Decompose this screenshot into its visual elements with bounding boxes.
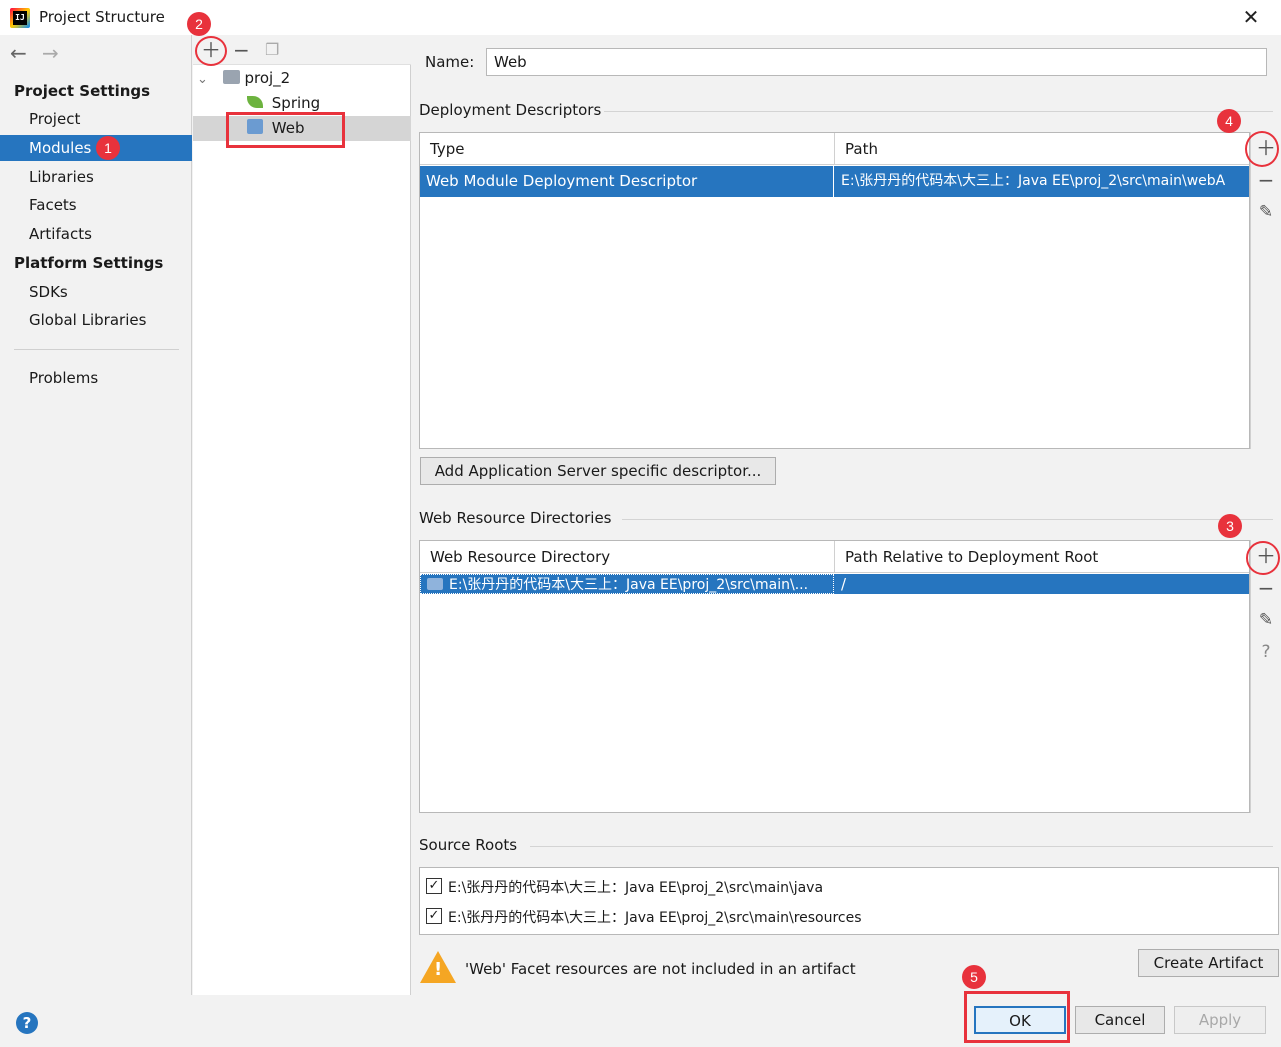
annotation-badge-5: 5 — [962, 965, 986, 989]
sidebar-item-artifacts[interactable]: Artifacts — [0, 221, 192, 247]
remove-descriptor-icon[interactable]: − — [1251, 168, 1281, 192]
table-row[interactable]: Web Module Deployment Descriptor E:\张丹丹的… — [420, 166, 1249, 197]
help-icon[interactable]: ? — [16, 1012, 38, 1034]
platform-settings-heading: Platform Settings — [14, 254, 164, 272]
annotation-circle — [1245, 131, 1279, 167]
module-folder-icon — [222, 69, 240, 84]
source-root-item[interactable]: ✓ E:\张丹丹的代码本\大三上：Java EE\proj_2\src\main\… — [426, 874, 823, 900]
sidebar-item-problems[interactable]: Problems — [0, 365, 192, 391]
warning-message: 'Web' Facet resources are not included i… — [465, 960, 856, 978]
intellij-logo-icon: IJ — [10, 8, 30, 28]
sidebar-item-global-libraries[interactable]: Global Libraries — [0, 307, 192, 333]
cancel-button[interactable]: Cancel — [1075, 1006, 1165, 1034]
tree-node-label: proj_2 — [244, 69, 291, 87]
web-resource-directories-table: Web Resource Directory Path Relative to … — [419, 540, 1250, 813]
sidebar-item-project[interactable]: Project — [0, 106, 192, 132]
sidebar-divider — [14, 349, 179, 350]
section-divider — [622, 519, 1273, 520]
source-root-checkbox[interactable]: ✓ — [426, 907, 442, 924]
forward-arrow-icon[interactable]: → — [42, 41, 59, 65]
source-root-checkbox[interactable]: ✓ — [426, 877, 442, 894]
sidebar-item-sdks[interactable]: SDKs — [0, 279, 192, 305]
window-title: Project Structure — [39, 8, 165, 26]
tree-node-label: Spring — [271, 94, 321, 112]
name-label: Name: — [425, 53, 475, 71]
annotation-box — [964, 991, 1070, 1043]
section-divider — [530, 846, 1273, 847]
annotation-badge-3: 3 — [1218, 514, 1242, 538]
module-tree: ＋ − ❐ ⌄ proj_2 Spring Web — [193, 35, 411, 995]
annotation-badge-1: 1 — [96, 136, 120, 160]
annotation-circle — [1246, 541, 1280, 575]
remove-resource-icon[interactable]: − — [1251, 576, 1281, 600]
name-field[interactable]: Web — [486, 48, 1267, 76]
add-server-descriptor-button[interactable]: Add Application Server specific descript… — [420, 457, 776, 485]
deployment-descriptors-table: Type Path Web Module Deployment Descript… — [419, 132, 1250, 449]
web-resource-directories-heading: Web Resource Directories — [419, 509, 612, 527]
resources-side-toolbar: ＋ − ✎ ? — [1250, 540, 1280, 813]
source-roots-list: ✓ E:\张丹丹的代码本\大三上：Java EE\proj_2\src\main\… — [419, 867, 1279, 935]
descriptor-type-cell: Web Module Deployment Descriptor — [420, 166, 834, 197]
sidebar-item-facets[interactable]: Facets — [0, 192, 192, 218]
table-row[interactable]: E:\张丹丹的代码本\大三上：Java EE\proj_2\src\main\.… — [420, 574, 1249, 594]
tree-node-proj-2[interactable]: ⌄ proj_2 — [193, 66, 411, 91]
source-root-item[interactable]: ✓ E:\张丹丹的代码本\大三上：Java EE\proj_2\src\main\… — [426, 904, 862, 930]
back-arrow-icon[interactable]: ← — [10, 41, 27, 65]
settings-sidebar: ← → Project Settings Project Modules Lib… — [0, 35, 192, 995]
annotation-badge-2: 2 — [187, 12, 211, 36]
remove-module-icon[interactable]: − — [233, 38, 250, 62]
deployment-descriptors-heading: Deployment Descriptors — [419, 101, 602, 119]
spring-leaf-icon — [247, 95, 263, 108]
annotation-circle — [195, 36, 227, 66]
resource-directory-cell: E:\张丹丹的代码本\大三上：Java EE\proj_2\src\main\.… — [420, 574, 834, 594]
project-settings-heading: Project Settings — [14, 82, 151, 100]
edit-pencil-icon[interactable]: ✎ — [1251, 608, 1281, 632]
web-facet-panel: Name: Web Deployment Descriptors Type Pa… — [412, 35, 1281, 995]
create-artifact-button[interactable]: Create Artifact — [1138, 949, 1279, 977]
copy-module-icon[interactable]: ❐ — [265, 38, 279, 62]
annotation-box — [226, 112, 345, 148]
source-root-path: E:\张丹丹的代码本\大三上：Java EE\proj_2\src\main\r… — [448, 910, 862, 926]
annotation-badge-4: 4 — [1217, 109, 1241, 133]
web-folder-icon — [427, 578, 443, 590]
section-divider — [604, 111, 1273, 112]
sidebar-item-libraries[interactable]: Libraries — [0, 164, 192, 190]
resource-directory-path: E:\张丹丹的代码本\大三上：Java EE\proj_2\src\main\.… — [449, 577, 809, 593]
source-roots-heading: Source Roots — [419, 836, 518, 854]
warning-icon: ! — [420, 951, 456, 983]
chevron-down-icon[interactable]: ⌄ — [197, 72, 208, 87]
relative-path-cell: / — [841, 575, 847, 593]
column-header-type[interactable]: Type — [420, 133, 835, 165]
column-header-path[interactable]: Path — [835, 133, 1249, 165]
close-icon[interactable]: ✕ — [1240, 6, 1262, 28]
descriptor-path-cell: E:\张丹丹的代码本\大三上：Java EE\proj_2\src\main\w… — [841, 173, 1226, 189]
descriptors-side-toolbar: ＋ − ✎ — [1250, 132, 1280, 449]
source-root-path: E:\张丹丹的代码本\大三上：Java EE\proj_2\src\main\j… — [448, 880, 824, 896]
edit-pencil-icon[interactable]: ✎ — [1251, 200, 1281, 224]
apply-button[interactable]: Apply — [1174, 1006, 1266, 1034]
column-header-web-resource-directory[interactable]: Web Resource Directory — [420, 541, 835, 573]
help-question-icon[interactable]: ? — [1251, 640, 1281, 664]
dialog-footer: ? OK Cancel Apply — [0, 995, 1281, 1047]
column-header-relative-path[interactable]: Path Relative to Deployment Root — [835, 541, 1249, 573]
